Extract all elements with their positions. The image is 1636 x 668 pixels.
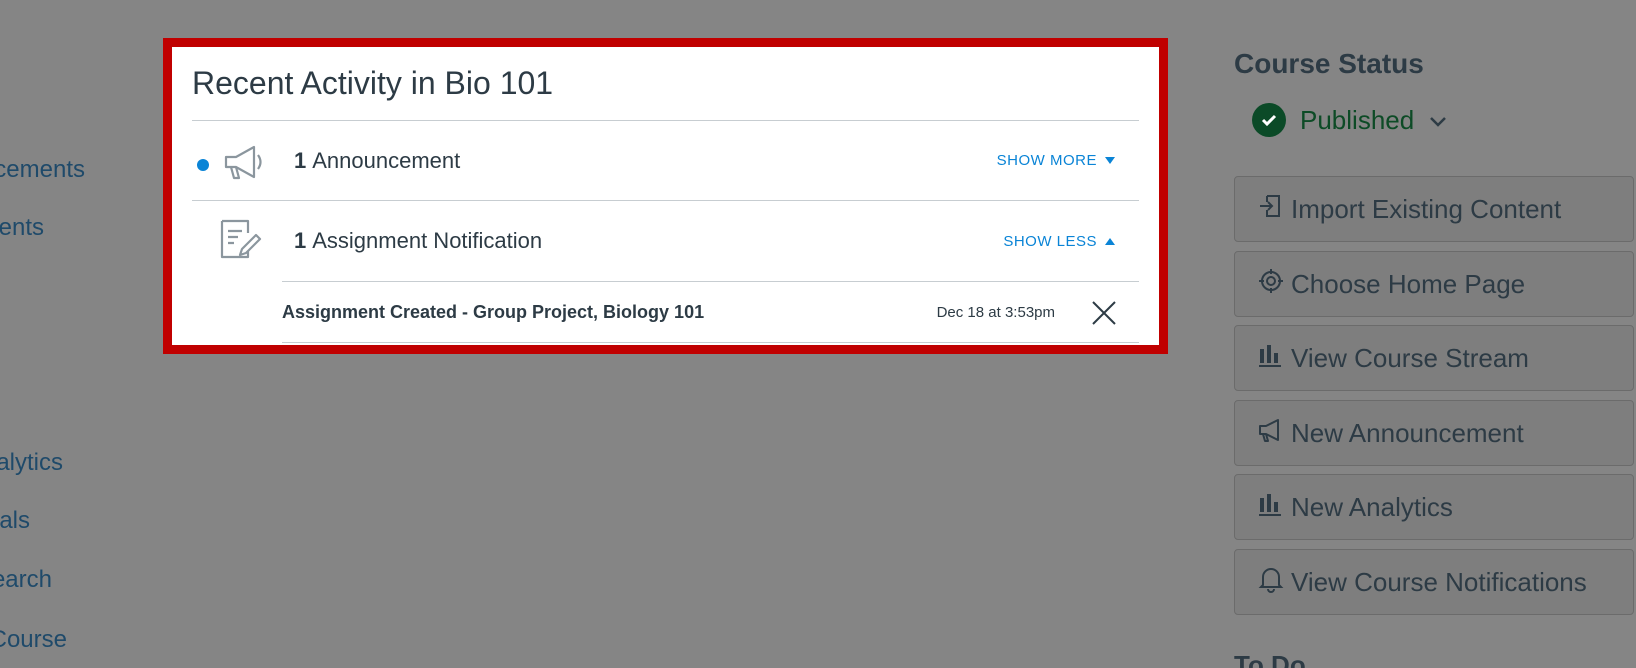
view-course-notifications-label: View Course Notifications (1291, 566, 1587, 597)
publish-status-dropdown[interactable]: Published (1252, 103, 1448, 137)
view-course-stream-button[interactable]: View Course Stream (1234, 325, 1634, 391)
dismiss-close-icon[interactable] (1091, 300, 1117, 326)
check-circle-icon (1252, 103, 1286, 137)
bar-chart-icon (1257, 490, 1285, 525)
course-status-title: Course Status (1234, 48, 1424, 79)
nav-item-course[interactable]: Course (0, 626, 67, 654)
import-existing-content-button[interactable]: Import Existing Content (1234, 176, 1634, 242)
bell-icon (1257, 565, 1285, 600)
notification-date: Dec 18 at 3:53pm (936, 303, 1055, 321)
choose-home-page-label: Choose Home Page (1291, 268, 1526, 299)
caret-up-icon (1105, 237, 1115, 245)
choose-home-page-button[interactable]: Choose Home Page (1234, 251, 1634, 317)
recent-activity-panel: Recent Activity in Bio 101 1 Announcement… (172, 47, 1159, 345)
import-icon (1257, 192, 1285, 227)
target-icon (1257, 267, 1285, 302)
caret-down-icon (1105, 157, 1115, 164)
nav-item-search[interactable]: earch (0, 566, 52, 594)
nav-item-credentials[interactable]: als (0, 507, 30, 535)
bar-chart-icon (1257, 341, 1285, 376)
unread-indicator (197, 159, 209, 171)
view-course-stream-label: View Course Stream (1291, 342, 1529, 373)
assignment-notification-label: 1 Assignment Notification (294, 228, 543, 253)
announcement-row[interactable]: 1 Announcement SHOW MORE (192, 121, 1139, 201)
show-more-link[interactable]: SHOW MORE (997, 152, 1115, 169)
highlight-frame: Recent Activity in Bio 101 1 Announcement… (163, 38, 1168, 354)
import-existing-content-label: Import Existing Content (1291, 193, 1562, 224)
new-announcement-label: New Announcement (1291, 417, 1524, 448)
assignment-icon (218, 217, 262, 259)
nav-item-assignments[interactable]: ents (0, 214, 44, 242)
new-announcement-button[interactable]: New Announcement (1234, 400, 1634, 466)
course-sidebar: Course Status Published Import Existing … (1234, 0, 1636, 668)
status-label: Published (1300, 104, 1415, 135)
assignment-notification-row[interactable]: 1 Assignment Notification SHOW LESS (192, 201, 1139, 281)
course-navigation: cements ents alytics als earch Course (0, 0, 140, 668)
view-course-notifications-button[interactable]: View Course Notifications (1234, 549, 1634, 615)
new-analytics-label: New Analytics (1291, 491, 1453, 522)
notification-detail-row[interactable]: Assignment Created - Group Project, Biol… (282, 281, 1139, 343)
nav-item-announcements[interactable]: cements (0, 156, 85, 184)
megaphone-icon (222, 143, 266, 183)
announcement-label: 1 Announcement (294, 147, 461, 173)
show-less-link[interactable]: SHOW LESS (1003, 233, 1115, 250)
chevron-down-icon (1428, 105, 1448, 136)
todo-title: To Do (1234, 650, 1306, 668)
megaphone-icon (1257, 416, 1285, 451)
recent-activity-title: Recent Activity in Bio 101 (192, 47, 1139, 121)
notification-title[interactable]: Assignment Created - Group Project, Biol… (282, 302, 704, 323)
nav-item-new-analytics[interactable]: alytics (0, 449, 63, 477)
new-analytics-button[interactable]: New Analytics (1234, 474, 1634, 540)
